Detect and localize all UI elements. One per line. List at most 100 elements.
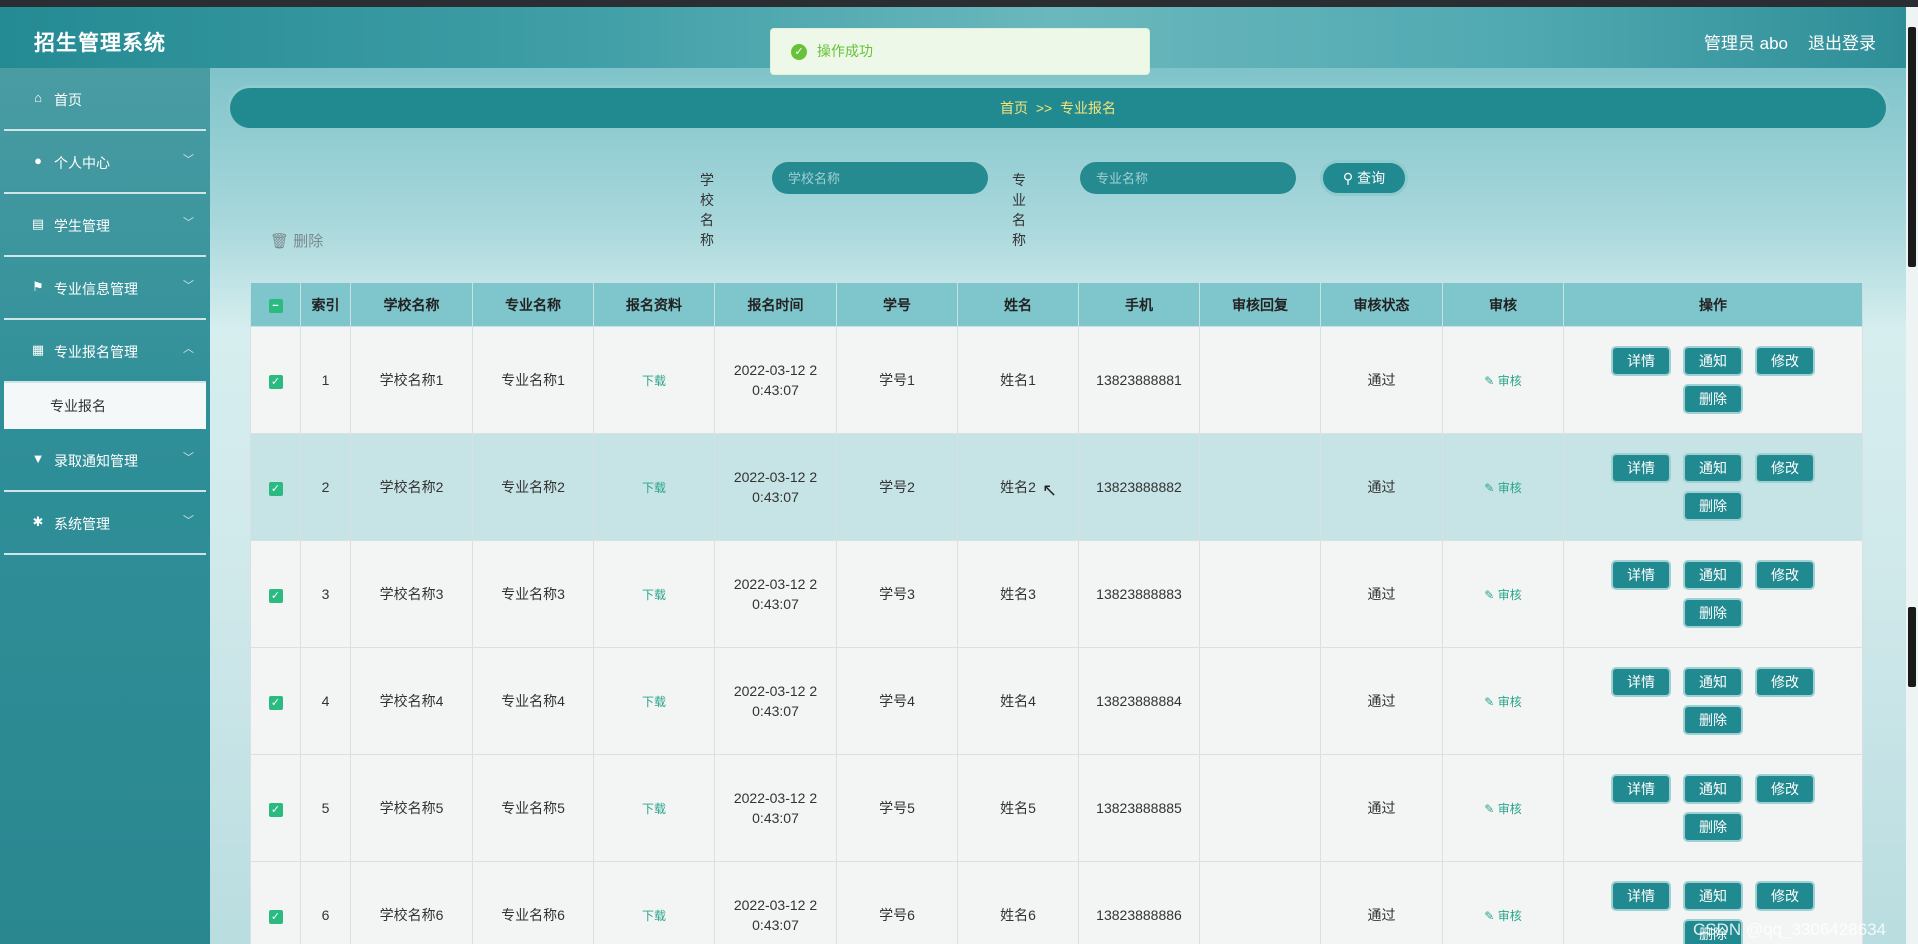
time-line-2: 0:43:07 xyxy=(752,382,799,398)
notify-button[interactable]: 通知 xyxy=(1683,881,1743,911)
row-select-cell[interactable]: ✓ xyxy=(250,433,301,541)
download-link[interactable]: 下载 xyxy=(642,802,666,816)
column-header: 专业名称 xyxy=(472,282,594,327)
detail-button[interactable]: 详情 xyxy=(1611,774,1671,804)
delete-button[interactable]: 删除 xyxy=(1683,812,1743,842)
download-link[interactable]: 下载 xyxy=(642,481,666,495)
audit-link[interactable]: ✎ 审核 xyxy=(1484,374,1521,388)
edit-icon: ✎ xyxy=(1484,480,1495,495)
sidebar-item-major-registration[interactable]: ▦ 专业报名管理 ︿ xyxy=(4,320,206,383)
column-header: 审核回复 xyxy=(1199,282,1321,327)
column-header: 索引 xyxy=(300,282,351,327)
download-link[interactable]: 下载 xyxy=(642,695,666,709)
student-id-cell: 学号5 xyxy=(836,754,958,862)
sidebar-item-admission-notice[interactable]: ▼ 录取通知管理 ﹀ xyxy=(4,429,206,492)
audit-label: 审核 xyxy=(1497,373,1522,388)
row-checkbox[interactable]: ✓ xyxy=(268,909,283,924)
flag-icon: ⚑ xyxy=(32,279,44,294)
edit-button[interactable]: 修改 xyxy=(1755,560,1815,590)
row-select-cell[interactable]: ✓ xyxy=(250,540,301,648)
row-checkbox[interactable]: ✓ xyxy=(268,481,283,496)
sidebar-subitem-registration[interactable]: 专业报名 xyxy=(4,383,206,429)
edit-button[interactable]: 修改 xyxy=(1755,346,1815,376)
audit-link[interactable]: ✎ 审核 xyxy=(1484,802,1521,816)
row-checkbox[interactable]: ✓ xyxy=(268,374,283,389)
current-user: 管理员 abo xyxy=(1703,34,1788,53)
table-row: ✓ 4 学校名称4 专业名称4 下载 2022-03-12 2 0:43:07 学号4 姓名4 1… xyxy=(250,647,1863,755)
notify-button[interactable]: 通知 xyxy=(1683,774,1743,804)
notify-button[interactable]: 通知 xyxy=(1683,667,1743,697)
row-select-cell[interactable]: ✓ xyxy=(250,861,301,944)
notify-button[interactable]: 通知 xyxy=(1683,453,1743,483)
logout-link[interactable]: 退出登录 xyxy=(1808,29,1876,54)
notice-icon: ▼ xyxy=(31,451,45,466)
select-all-cell[interactable]: − xyxy=(250,282,301,327)
audit-link[interactable]: ✎ 审核 xyxy=(1484,695,1521,709)
audit-link[interactable]: ✎ 审核 xyxy=(1484,588,1521,602)
toast-message: 操作成功 xyxy=(817,43,873,59)
row-select-cell[interactable]: ✓ xyxy=(250,647,301,755)
notify-button[interactable]: 通知 xyxy=(1683,560,1743,590)
reply-cell xyxy=(1199,540,1321,648)
download-link[interactable]: 下载 xyxy=(642,909,666,923)
audit-link[interactable]: ✎ 审核 xyxy=(1484,481,1521,495)
select-all-checkbox[interactable]: − xyxy=(268,299,283,313)
scrollbar-thumb[interactable] xyxy=(1908,27,1916,267)
sidebar-item-system[interactable]: ✱ 系统管理 ﹀ xyxy=(4,492,206,555)
materials-cell: 下载 xyxy=(593,540,715,648)
index-cell: 3 xyxy=(300,540,351,648)
detail-button[interactable]: 详情 xyxy=(1611,453,1671,483)
audit-link[interactable]: ✎ 审核 xyxy=(1484,909,1521,923)
row-select-cell[interactable]: ✓ xyxy=(250,326,301,434)
window-scrollbar[interactable] xyxy=(1906,7,1918,944)
actions-cell: 详情 通知 修改 删除 xyxy=(1563,754,1863,862)
time-cell: 2022-03-12 2 0:43:07 xyxy=(714,861,837,944)
detail-button[interactable]: 详情 xyxy=(1611,881,1671,911)
query-button[interactable]: ⚲ 查询 xyxy=(1320,160,1408,196)
breadcrumb-current: 专业报名 xyxy=(1059,100,1116,116)
scrollbar-thumb[interactable] xyxy=(1908,607,1916,687)
success-toast: ✓ 操作成功 xyxy=(770,28,1150,75)
status-cell: 通过 xyxy=(1320,647,1443,755)
breadcrumb-home[interactable]: 首页 xyxy=(1000,100,1028,116)
row-checkbox[interactable]: ✓ xyxy=(268,695,283,710)
name-cell: 姓名6 xyxy=(957,861,1079,944)
edit-button[interactable]: 修改 xyxy=(1755,774,1815,804)
chevron-down-icon: ﹀ xyxy=(183,515,194,527)
edit-button[interactable]: 修改 xyxy=(1755,453,1815,483)
download-link[interactable]: 下载 xyxy=(642,588,666,602)
major-name-input[interactable] xyxy=(1080,162,1296,194)
download-link[interactable]: 下载 xyxy=(642,374,666,388)
notify-button[interactable]: 通知 xyxy=(1683,346,1743,376)
audit-cell: ✎ 审核 xyxy=(1442,647,1564,755)
registration-table: − 索引 学校名称 专业名称 报名资料 报名时间 学号 姓名 手机 审核回复 审… xyxy=(250,282,1863,944)
sidebar-item-personal-center[interactable]: ● 个人中心 ﹀ xyxy=(4,131,206,194)
sidebar-item-home[interactable]: ⌂ 首页 xyxy=(4,68,206,131)
column-header: 手机 xyxy=(1078,282,1200,327)
detail-button[interactable]: 详情 xyxy=(1611,667,1671,697)
main-content: 首页 >> 专业报名 学校名称 专业名称 ⚲ 查询 🗑 删除 − xyxy=(210,68,1906,944)
school-name-input[interactable] xyxy=(772,162,988,194)
trash-icon: 🗑 xyxy=(270,233,290,250)
delete-button[interactable]: 删除 xyxy=(1683,705,1743,735)
sidebar-item-major-info[interactable]: ⚑ 专业信息管理 ﹀ xyxy=(4,257,206,320)
chevron-down-icon: ﹀ xyxy=(183,217,194,229)
row-select-cell[interactable]: ✓ xyxy=(250,754,301,862)
detail-button[interactable]: 详情 xyxy=(1611,560,1671,590)
edit-button[interactable]: 修改 xyxy=(1755,667,1815,697)
sidebar-item-label: 学生管理 xyxy=(54,218,110,234)
time-cell: 2022-03-12 2 0:43:07 xyxy=(714,540,837,648)
delete-button[interactable]: 删除 xyxy=(1683,384,1743,414)
delete-button[interactable]: 删除 xyxy=(1683,491,1743,521)
row-checkbox[interactable]: ✓ xyxy=(268,588,283,603)
sidebar-item-students[interactable]: ▤ 学生管理 ﹀ xyxy=(4,194,206,257)
delete-button[interactable]: 删除 xyxy=(1683,598,1743,628)
detail-button[interactable]: 详情 xyxy=(1611,346,1671,376)
status-cell: 通过 xyxy=(1320,433,1443,541)
time-line-2: 0:43:07 xyxy=(752,810,799,826)
name-cell: 姓名2 xyxy=(957,433,1079,541)
row-checkbox[interactable]: ✓ xyxy=(268,802,283,817)
edit-button[interactable]: 修改 xyxy=(1755,881,1815,911)
phone-cell: 13823888883 xyxy=(1078,540,1200,648)
batch-delete-button[interactable]: 🗑 删除 xyxy=(270,230,323,251)
